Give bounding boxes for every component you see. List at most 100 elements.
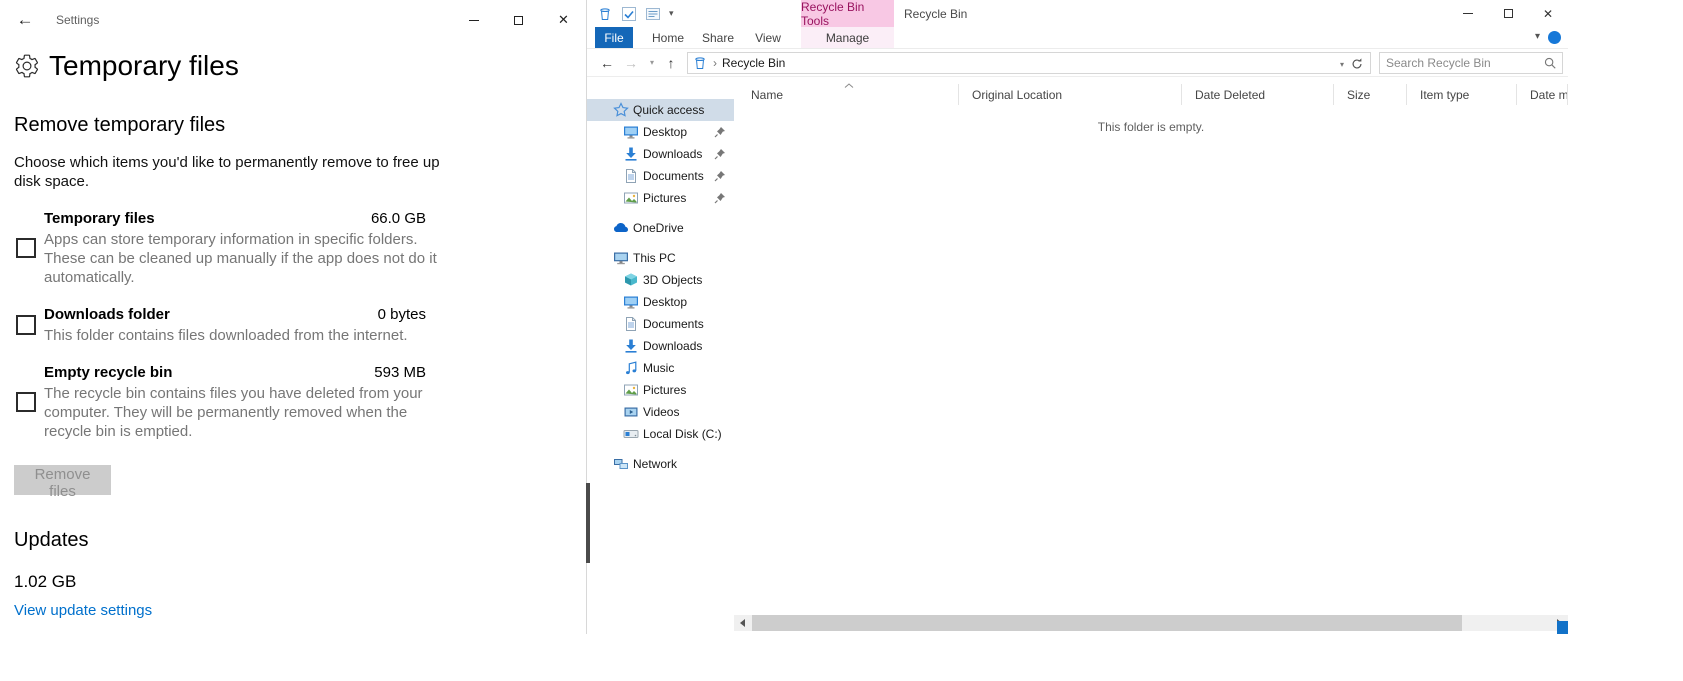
maximize-button[interactable] (496, 0, 541, 40)
file-list-pane[interactable]: Name Original Location Date Deleted Size Ite… (734, 77, 1568, 615)
qat-dropdown-icon[interactable]: ▾ (669, 8, 674, 19)
cleanup-item-label: Downloads folder (44, 306, 170, 323)
nav-item-pictures[interactable]: Pictures (587, 379, 734, 401)
recycle-bin-icon (692, 55, 708, 71)
nav-item-quick-access[interactable]: Quick access (587, 99, 734, 121)
address-toolbar: ← → ▾ ↑ › Recycle Bin ▾ (587, 49, 1568, 77)
remove-files-button[interactable]: Remove files (14, 465, 111, 500)
onedrive-icon (613, 220, 629, 236)
cleanup-item-description: Apps can store temporary information in … (44, 231, 437, 286)
column-header-item-type[interactable]: Item type (1407, 84, 1517, 105)
explorer-titlebar: ▾ Recycle Bin Tools Recycle Bin ✕ (587, 0, 1568, 28)
nav-item-music[interactable]: Music (587, 357, 734, 379)
cleanup-item: Temporary files 66.0 GB Apps can store t… (14, 209, 437, 287)
video-icon (623, 404, 639, 420)
nav-item-label: Downloads (643, 147, 703, 161)
minimize-button[interactable] (1448, 0, 1488, 27)
maximize-button[interactable] (1488, 0, 1528, 27)
forward-icon[interactable]: → (621, 55, 641, 71)
scroll-left-icon (740, 619, 745, 627)
nav-item-label: Pictures (643, 191, 687, 205)
scrollbar-thumb[interactable] (752, 615, 1462, 631)
nav-item-downloads[interactable]: Downloads (587, 143, 734, 165)
desktop-icon (623, 124, 639, 140)
back-icon[interactable]: ← (597, 55, 617, 71)
tab-home[interactable]: Home (643, 27, 693, 48)
column-header-date-modified[interactable]: Date modified (1517, 84, 1568, 105)
nav-item-this-pc[interactable]: This PC (587, 247, 734, 269)
breadcrumb-chevron-icon[interactable]: › (713, 56, 717, 70)
column-header-name[interactable]: Name (738, 84, 959, 105)
contextual-tab-header: Recycle Bin Tools (801, 0, 894, 28)
refresh-icon[interactable] (1350, 57, 1364, 71)
checkbox-temporary-files[interactable] (16, 238, 36, 258)
properties-check-icon[interactable] (621, 6, 637, 22)
nav-item-desktop[interactable]: Desktop (587, 291, 734, 313)
up-icon[interactable]: ↑ (661, 55, 681, 71)
window-controls: ✕ (1448, 0, 1568, 27)
tab-file[interactable]: File (595, 27, 633, 48)
search-icon[interactable] (1543, 56, 1557, 70)
picture-icon (623, 190, 639, 206)
settings-scrollbar-thumb[interactable] (586, 483, 590, 563)
star-icon (613, 102, 629, 118)
breadcrumb-location[interactable]: Recycle Bin (722, 56, 785, 70)
close-button[interactable]: ✕ (541, 0, 586, 40)
address-bar[interactable]: › Recycle Bin ▾ (687, 51, 1371, 74)
explorer-body: Quick access Desktop Downloads Documents… (587, 77, 1568, 615)
picture-icon (623, 382, 639, 398)
close-button[interactable]: ✕ (1528, 0, 1568, 27)
nav-item-downloads[interactable]: Downloads (587, 335, 734, 357)
nav-item-local-disk-c[interactable]: Local Disk (C:) (587, 423, 734, 445)
recent-locations-icon[interactable]: ▾ (645, 58, 659, 67)
view-update-settings-link[interactable]: View update settings (14, 602, 586, 619)
settings-content: Temporary files Remove temporary files C… (0, 46, 586, 619)
nav-item-network[interactable]: Network (587, 453, 734, 475)
minimize-icon (468, 19, 479, 21)
horizontal-scrollbar[interactable] (734, 615, 1568, 631)
nav-item-documents[interactable]: Documents (587, 165, 734, 187)
nav-item-label: Documents (643, 317, 704, 331)
updates-size: 1.02 GB (14, 572, 77, 591)
gear-icon (14, 53, 40, 79)
download-icon (623, 146, 639, 162)
column-header-size[interactable]: Size (1334, 84, 1407, 105)
help-icon[interactable] (1548, 31, 1561, 44)
corner-accent (1557, 621, 1568, 634)
pin-icon (714, 170, 726, 182)
address-dropdown-icon[interactable]: ▾ (1340, 60, 1344, 69)
settings-window: ← Settings ✕ Temporary files Remove temp… (0, 0, 586, 681)
nav-item-videos[interactable]: Videos (587, 401, 734, 423)
nav-item-label: Music (643, 361, 675, 375)
new-folder-icon[interactable] (645, 6, 661, 22)
cleanup-item-label: Temporary files (44, 210, 155, 227)
tab-view[interactable]: View (743, 27, 793, 48)
ribbon-tabs: File Home Share View Manage ▾ (587, 27, 1568, 49)
minimize-button[interactable] (451, 0, 496, 40)
cleanup-item-description: This folder contains files downloaded fr… (44, 327, 408, 344)
ribbon-expand-icon[interactable]: ▾ (1535, 31, 1540, 42)
nav-item-label: 3D Objects (643, 273, 703, 287)
nav-item-onedrive[interactable]: OneDrive (587, 217, 734, 239)
back-arrow-icon[interactable]: ← (12, 10, 38, 30)
nav-item-3d-objects[interactable]: 3D Objects (587, 269, 734, 291)
checkbox-empty-recycle-bin[interactable] (16, 392, 36, 412)
scroll-left-button[interactable] (734, 615, 751, 631)
cube-icon (623, 272, 639, 288)
nav-item-documents[interactable]: Documents (587, 313, 734, 335)
column-header-date-deleted[interactable]: Date Deleted (1182, 84, 1334, 105)
checkbox-downloads-folder[interactable] (16, 315, 36, 335)
column-headers: Name Original Location Date Deleted Size Ite… (738, 84, 1568, 105)
nav-item-desktop[interactable]: Desktop (587, 121, 734, 143)
cleanup-item-size: 66.0 GB (370, 210, 426, 227)
column-header-original-location[interactable]: Original Location (959, 84, 1182, 105)
search-input[interactable] (1380, 54, 1543, 71)
nav-item-label: Desktop (643, 295, 688, 309)
cleanup-item-size: 0 bytes (377, 306, 426, 323)
tab-manage[interactable]: Manage (801, 27, 894, 48)
tab-share[interactable]: Share (693, 27, 743, 48)
nav-item-label: This PC (633, 251, 676, 265)
nav-item-pictures[interactable]: Pictures (587, 187, 734, 209)
nav-item-label: Desktop (643, 125, 688, 139)
settings-titlebar: ← Settings ✕ (0, 0, 586, 40)
